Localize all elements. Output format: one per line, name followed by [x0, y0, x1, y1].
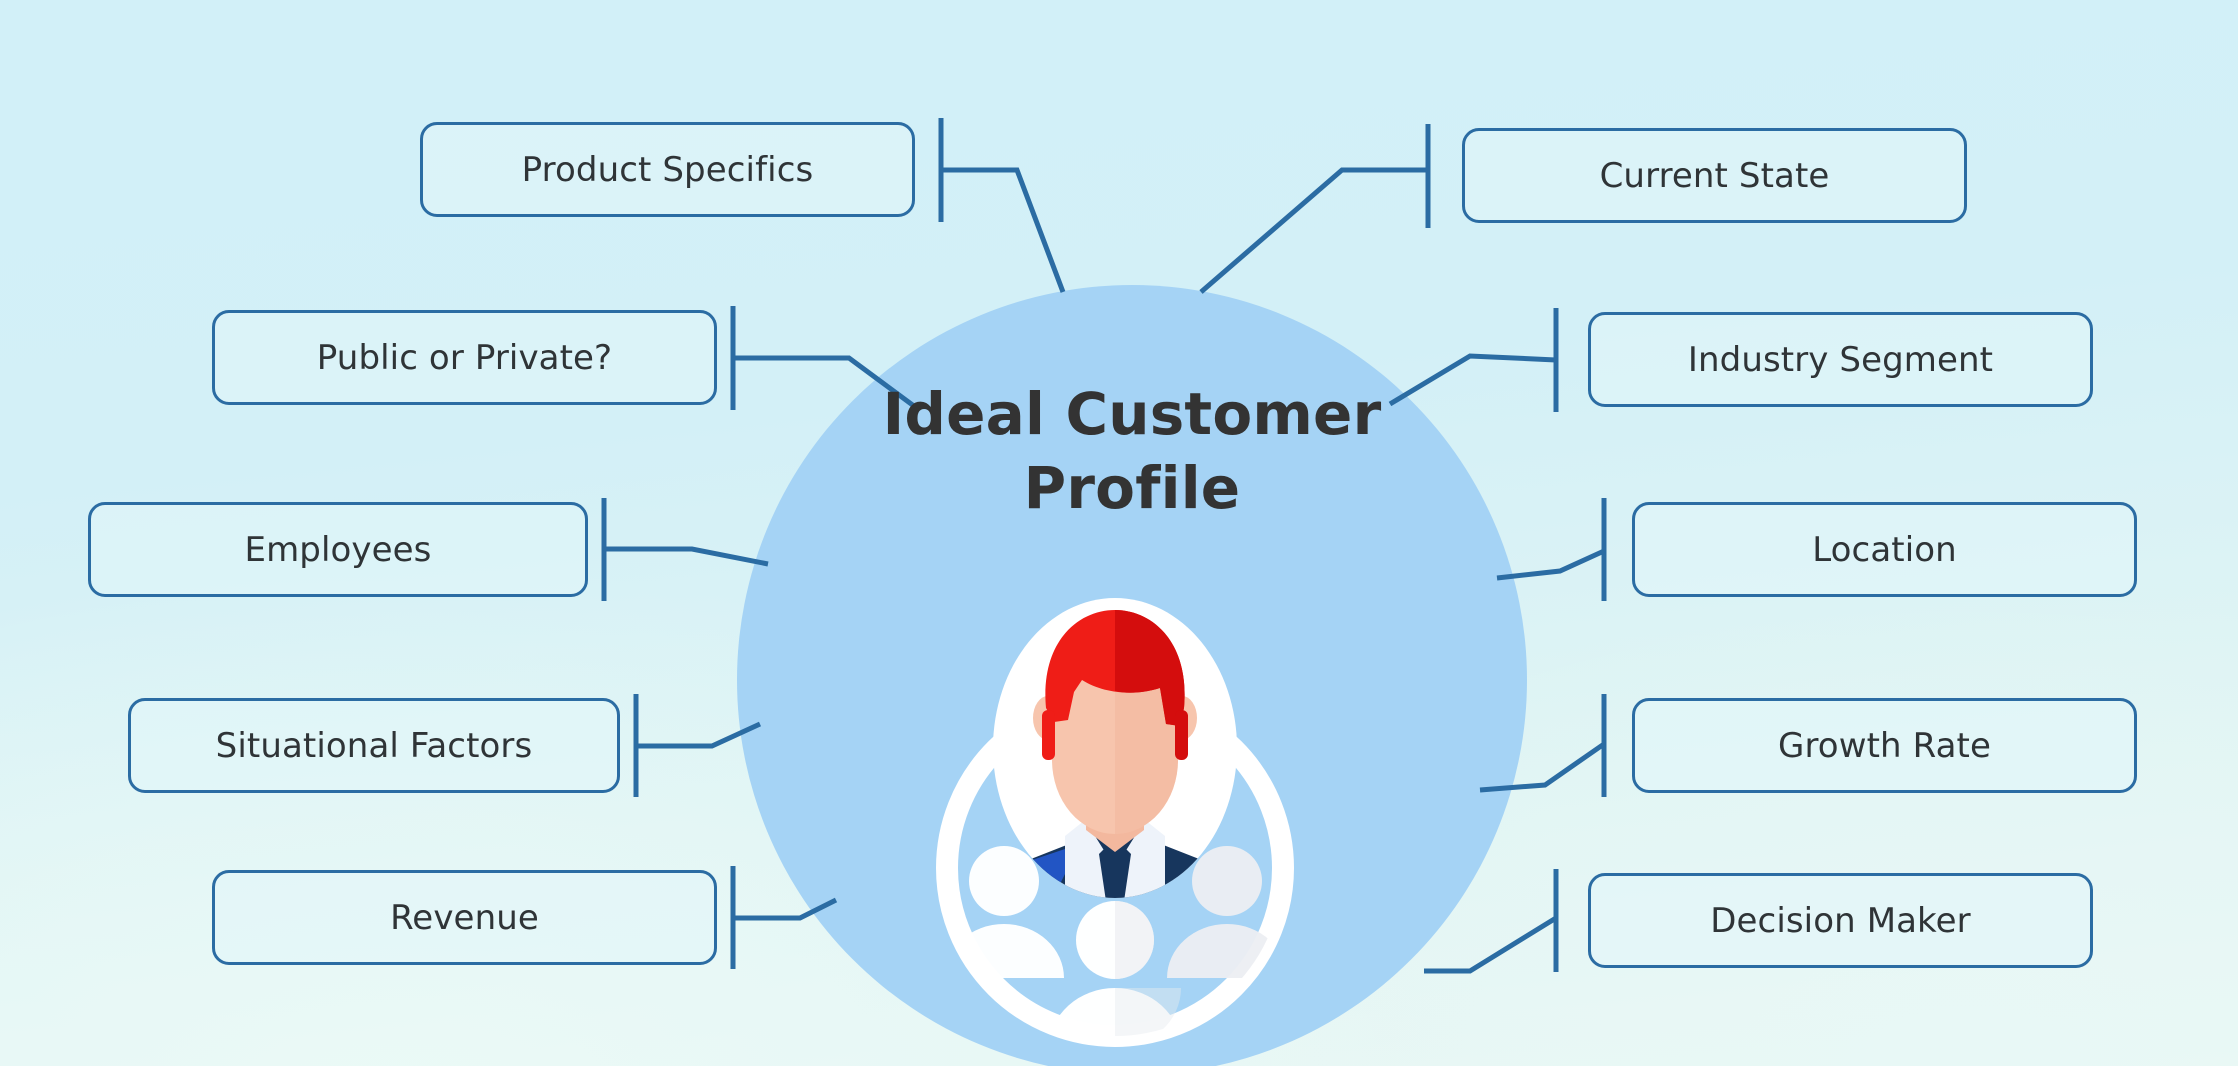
node-industry-segment[interactable]: Industry Segment: [1588, 312, 2093, 407]
node-location[interactable]: Location: [1632, 502, 2137, 597]
wire-product-specifics: [941, 167, 1066, 293]
page-title-line-1: Ideal Customer: [882, 380, 1382, 448]
node-label: Industry Segment: [1687, 339, 1994, 380]
wire-current-state: [1199, 167, 1428, 294]
mind-map-canvas: Ideal Customer Profile Product Specifics…: [0, 0, 2238, 1066]
node-situational-factors[interactable]: Situational Factors: [128, 698, 620, 793]
page-title: Ideal Customer Profile: [737, 377, 1527, 525]
wire-location: [1496, 548, 1606, 581]
node-label: Location: [1812, 529, 1957, 570]
businessman-avatar-icon: [936, 598, 1294, 1047]
page-title-line-2: Profile: [1023, 454, 1241, 523]
node-employees[interactable]: Employees: [88, 502, 588, 597]
node-public-or-private[interactable]: Public or Private?: [212, 310, 717, 405]
node-label: Public or Private?: [316, 337, 613, 378]
wire-employees: [604, 546, 769, 567]
node-label: Situational Factors: [215, 725, 533, 766]
node-label: Employees: [244, 529, 432, 570]
wire-decision-maker: [1424, 915, 1558, 974]
node-revenue[interactable]: Revenue: [212, 870, 717, 965]
node-label: Decision Maker: [1710, 900, 1971, 941]
node-label: Current State: [1599, 155, 1830, 196]
node-product-specifics[interactable]: Product Specifics: [420, 122, 915, 217]
node-current-state[interactable]: Current State: [1462, 128, 1967, 223]
node-label: Growth Rate: [1778, 725, 1991, 766]
node-label: Revenue: [390, 897, 539, 938]
node-decision-maker[interactable]: Decision Maker: [1588, 873, 2093, 968]
node-growth-rate[interactable]: Growth Rate: [1632, 698, 2137, 793]
node-label: Product Specifics: [521, 149, 814, 190]
